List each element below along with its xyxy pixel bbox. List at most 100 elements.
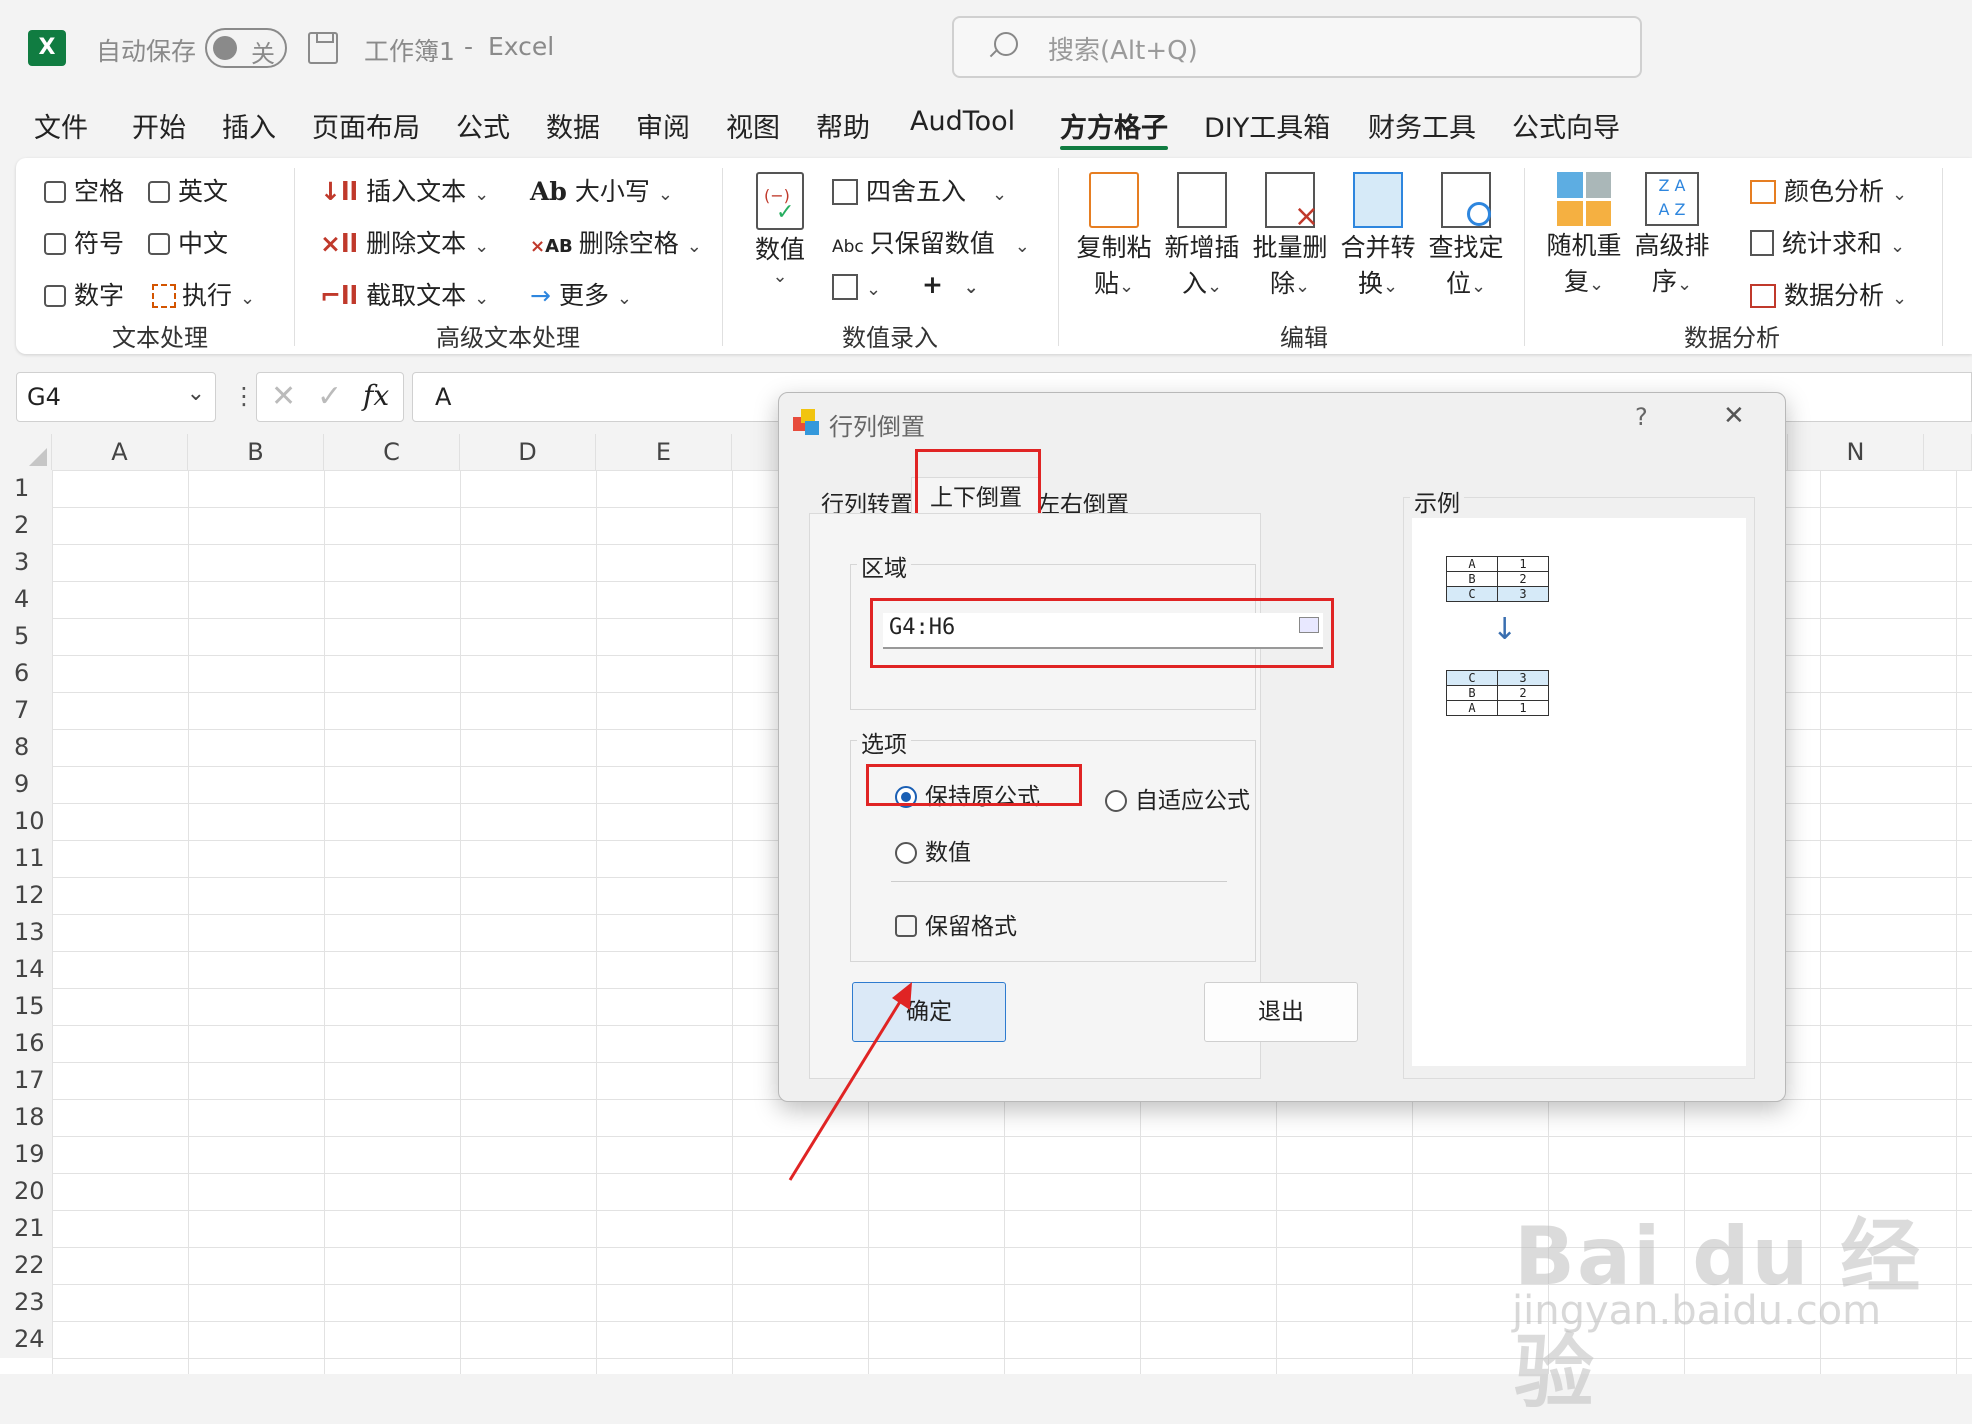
- document-title: 工作簿1: [364, 37, 455, 66]
- column-header[interactable]: E: [596, 434, 732, 470]
- color-analysis-button[interactable]: 颜色分析 ⌄: [1750, 172, 1907, 208]
- example-before-table: A1 B2 C3: [1446, 556, 1549, 602]
- add-button[interactable]: + ⌄: [922, 270, 979, 299]
- row-header[interactable]: 1: [0, 470, 52, 507]
- row-header[interactable]: 19: [0, 1136, 52, 1173]
- row-header[interactable]: 22: [0, 1247, 52, 1284]
- autosave-toggle[interactable]: 关: [205, 28, 287, 68]
- tab-formula-wizard[interactable]: 公式向导: [1512, 106, 1620, 145]
- insert-text-button[interactable]: ↓ll 插入文本 ⌄: [320, 172, 489, 208]
- batch-delete-button[interactable]: × 批量删 除⌄: [1252, 172, 1328, 300]
- tab-file[interactable]: 文件: [34, 106, 88, 145]
- add-insert-button[interactable]: 新增插 入⌄: [1164, 172, 1240, 300]
- copy-paste-button[interactable]: 复制粘 贴⌄: [1076, 172, 1152, 300]
- exit-button[interactable]: 退出: [1204, 982, 1358, 1042]
- row-header[interactable]: 18: [0, 1099, 52, 1136]
- column-header[interactable]: A: [52, 434, 188, 470]
- data-analysis-button[interactable]: 数据分析 ⌄: [1750, 276, 1907, 312]
- extract-text-button[interactable]: ⌐ll 截取文本 ⌄: [320, 276, 489, 312]
- checkbox-keep-format[interactable]: 保留格式: [895, 907, 1017, 941]
- row-header[interactable]: 20: [0, 1173, 52, 1210]
- row-header[interactable]: 3: [0, 544, 52, 581]
- search-box[interactable]: 搜索(Alt+Q): [952, 16, 1642, 78]
- tab-fangfangezi[interactable]: 方方格子: [1060, 106, 1168, 145]
- row-header[interactable]: 2: [0, 507, 52, 544]
- row-header[interactable]: 13: [0, 914, 52, 951]
- row-header[interactable]: 12: [0, 877, 52, 914]
- chevron-down-icon: ⌄: [1294, 276, 1311, 297]
- merge-convert-button[interactable]: 合并转 换⌄: [1340, 172, 1416, 300]
- row-header[interactable]: 6: [0, 655, 52, 692]
- edit-format-button[interactable]: ⌄: [832, 272, 881, 301]
- random-repeat-button[interactable]: 随机重 复⌄: [1546, 172, 1622, 298]
- add-insert-label-2: 入: [1181, 269, 1207, 298]
- tab-home[interactable]: 开始: [132, 106, 186, 145]
- column-header-partial: [1924, 434, 1972, 470]
- row-header[interactable]: 14: [0, 951, 52, 988]
- tab-insert[interactable]: 插入: [222, 106, 276, 145]
- more-button[interactable]: → 更多 ⌄: [530, 276, 632, 312]
- column-header[interactable]: N: [1788, 434, 1924, 470]
- select-all-corner[interactable]: [0, 434, 52, 470]
- help-button[interactable]: ?: [1635, 403, 1648, 431]
- tab-view[interactable]: 视图: [726, 106, 780, 145]
- confirm-icon[interactable]: ✓: [317, 379, 342, 414]
- row-header[interactable]: 16: [0, 1025, 52, 1062]
- row-header[interactable]: 15: [0, 988, 52, 1025]
- insert-function-icon[interactable]: fx: [363, 379, 389, 412]
- tab-review[interactable]: 审阅: [636, 106, 690, 145]
- table-cell: 1: [1497, 556, 1549, 572]
- radio-values[interactable]: 数值: [895, 833, 971, 867]
- merge-convert-label-2: 换: [1357, 269, 1383, 298]
- group-label-advanced-text: 高级文本处理: [436, 324, 580, 352]
- row-header[interactable]: 5: [0, 618, 52, 655]
- tab-diy-toolbox[interactable]: DIY工具箱: [1204, 106, 1330, 145]
- row-header[interactable]: 7: [0, 692, 52, 729]
- close-button[interactable]: ✕: [1723, 401, 1745, 431]
- find-locate-button[interactable]: 查找定 位⌄: [1428, 172, 1504, 300]
- tab-audtool[interactable]: AudTool: [910, 106, 1015, 137]
- cancel-icon[interactable]: ✕: [271, 379, 296, 414]
- delete-text-button[interactable]: ×ll 删除文本 ⌄: [320, 224, 489, 260]
- tab-help[interactable]: 帮助: [816, 106, 870, 145]
- round-button[interactable]: 四舍五入 ⌄: [832, 172, 1007, 208]
- tab-formulas[interactable]: 公式: [456, 106, 510, 145]
- row-header[interactable]: 24: [0, 1321, 52, 1358]
- row-header[interactable]: 10: [0, 803, 52, 840]
- stat-sum-button[interactable]: 统计求和 ⌄: [1750, 224, 1905, 260]
- case-button[interactable]: Ab 大小写 ⌄: [530, 172, 673, 208]
- row-header[interactable]: 11: [0, 840, 52, 877]
- column-header[interactable]: C: [324, 434, 460, 470]
- table-cell: A: [1446, 556, 1498, 572]
- checkbox-number-label: 数字: [74, 281, 125, 310]
- column-header[interactable]: B: [188, 434, 324, 470]
- save-icon[interactable]: [308, 32, 338, 64]
- checkbox-english[interactable]: 英文: [148, 172, 228, 208]
- tab-data[interactable]: 数据: [546, 106, 600, 145]
- checkbox-number[interactable]: 数字: [44, 276, 124, 312]
- column-header[interactable]: D: [460, 434, 596, 470]
- row-header[interactable]: 4: [0, 581, 52, 618]
- remove-spaces-button[interactable]: ×AB 删除空格 ⌄: [530, 224, 702, 260]
- checkbox-space[interactable]: 空格: [44, 172, 124, 208]
- name-box[interactable]: G4 ⌄: [16, 372, 216, 422]
- execute-button[interactable]: 执行 ⌄: [152, 276, 255, 312]
- more-options-icon[interactable]: ⋮: [232, 382, 256, 410]
- radio-adaptive-formula[interactable]: 自适应公式: [1105, 781, 1250, 815]
- checkbox-symbol[interactable]: 符号: [44, 224, 124, 260]
- row-header[interactable]: 21: [0, 1210, 52, 1247]
- chevron-down-icon: ⌄: [963, 277, 979, 298]
- search-placeholder: 搜索(Alt+Q): [1048, 36, 1198, 66]
- number-button[interactable]: (−) ✓ 数值 ⌄: [748, 172, 812, 287]
- search-icon: [994, 32, 1018, 56]
- advanced-sort-button[interactable]: Z AA Z 高级排 序⌄: [1634, 172, 1710, 298]
- row-header[interactable]: 23: [0, 1284, 52, 1321]
- row-header[interactable]: 17: [0, 1062, 52, 1099]
- tab-finance-tools[interactable]: 财务工具: [1368, 106, 1476, 145]
- row-header[interactable]: 9: [0, 766, 52, 803]
- row-header[interactable]: 8: [0, 729, 52, 766]
- tab-page-layout[interactable]: 页面布局: [312, 106, 420, 145]
- checkbox-chinese[interactable]: 中文: [148, 224, 228, 260]
- chevron-down-icon[interactable]: ⌄: [187, 381, 205, 406]
- keep-values-button[interactable]: Abc 只保留数值 ⌄: [832, 224, 1030, 260]
